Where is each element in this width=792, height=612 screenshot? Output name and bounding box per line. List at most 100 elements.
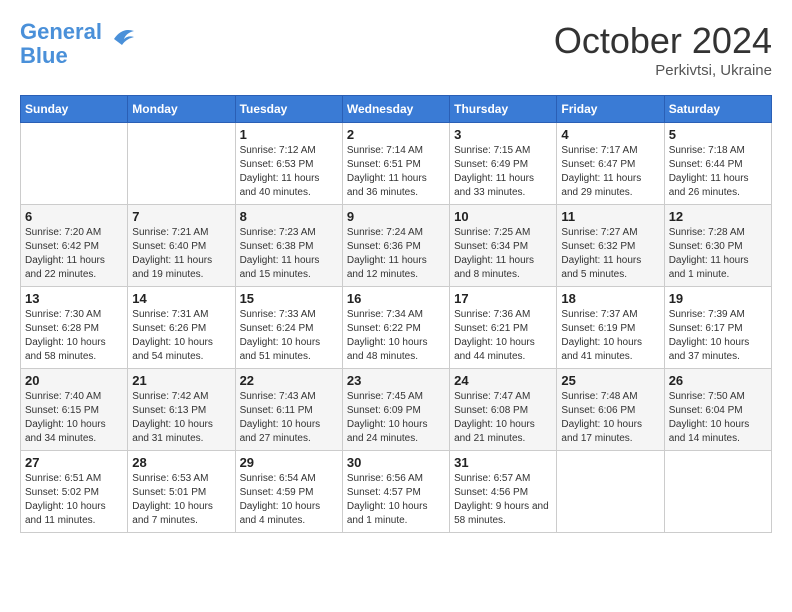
day-info: Sunrise: 7:39 AM Sunset: 6:17 PM Dayligh… bbox=[669, 308, 767, 364]
day-info: Sunrise: 7:50 AM Sunset: 6:04 PM Dayligh… bbox=[669, 390, 767, 446]
day-number: 4 bbox=[561, 127, 659, 142]
calendar-cell: 26 Sunrise: 7:50 AM Sunset: 6:04 PM Dayli… bbox=[664, 369, 771, 451]
day-info: Sunrise: 6:54 AM Sunset: 4:59 PM Dayligh… bbox=[240, 472, 338, 528]
day-number: 21 bbox=[132, 373, 230, 388]
calendar-week-row: 1Sunrise: 7:12 AM Sunset: 6:53 PM Daylig… bbox=[21, 123, 772, 205]
day-info: Sunrise: 7:37 AM Sunset: 6:19 PM Dayligh… bbox=[561, 308, 659, 364]
day-info: Sunrise: 7:23 AM Sunset: 6:38 PM Dayligh… bbox=[240, 226, 338, 282]
calendar-cell: 30Sunrise: 6:56 AM Sunset: 4:57 PM Dayli… bbox=[342, 451, 449, 533]
day-info: Sunrise: 7:24 AM Sunset: 6:36 PM Dayligh… bbox=[347, 226, 445, 282]
calendar-cell: 20Sunrise: 7:40 AM Sunset: 6:15 PM Dayli… bbox=[21, 369, 128, 451]
calendar-week-row: 20Sunrise: 7:40 AM Sunset: 6:15 PM Dayli… bbox=[21, 369, 772, 451]
logo-text: GeneralBlue bbox=[20, 20, 102, 68]
month-title: October 2024 bbox=[554, 20, 772, 62]
day-info: Sunrise: 6:57 AM Sunset: 4:56 PM Dayligh… bbox=[454, 472, 552, 528]
day-info: Sunrise: 7:43 AM Sunset: 6:11 PM Dayligh… bbox=[240, 390, 338, 446]
calendar-cell: 28 Sunrise: 6:53 AM Sunset: 5:01 PM Dayli… bbox=[128, 451, 235, 533]
calendar-cell bbox=[128, 123, 235, 205]
day-info: Sunrise: 7:25 AM Sunset: 6:34 PM Dayligh… bbox=[454, 226, 552, 282]
title-block: October 2024 Perkivtsi, Ukraine bbox=[554, 20, 772, 79]
weekday-header-cell: Thursday bbox=[450, 96, 557, 123]
day-info: Sunrise: 7:48 AM Sunset: 6:06 PM Dayligh… bbox=[561, 390, 659, 446]
day-number: 15 bbox=[240, 291, 338, 306]
day-number: 13 bbox=[25, 291, 123, 306]
calendar-body: 1Sunrise: 7:12 AM Sunset: 6:53 PM Daylig… bbox=[21, 123, 772, 533]
day-number: 27 bbox=[25, 455, 123, 470]
calendar-cell: 13Sunrise: 7:30 AM Sunset: 6:28 PM Dayli… bbox=[21, 287, 128, 369]
day-number: 14 bbox=[132, 291, 230, 306]
day-number: 28 bbox=[132, 455, 230, 470]
day-number: 26 bbox=[669, 373, 767, 388]
calendar-cell: 2 Sunrise: 7:14 AM Sunset: 6:51 PM Daylig… bbox=[342, 123, 449, 205]
location-subtitle: Perkivtsi, Ukraine bbox=[554, 62, 772, 79]
day-info: Sunrise: 7:40 AM Sunset: 6:15 PM Dayligh… bbox=[25, 390, 123, 446]
calendar-cell: 7 Sunrise: 7:21 AM Sunset: 6:40 PM Daylig… bbox=[128, 205, 235, 287]
day-info: Sunrise: 6:53 AM Sunset: 5:01 PM Dayligh… bbox=[132, 472, 230, 528]
day-info: Sunrise: 7:31 AM Sunset: 6:26 PM Dayligh… bbox=[132, 308, 230, 364]
day-info: Sunrise: 7:28 AM Sunset: 6:30 PM Dayligh… bbox=[669, 226, 767, 282]
calendar-cell: 4 Sunrise: 7:17 AM Sunset: 6:47 PM Daylig… bbox=[557, 123, 664, 205]
day-info: Sunrise: 7:15 AM Sunset: 6:49 PM Dayligh… bbox=[454, 144, 552, 200]
calendar-cell: 3Sunrise: 7:15 AM Sunset: 6:49 PM Daylig… bbox=[450, 123, 557, 205]
calendar-week-row: 6 Sunrise: 7:20 AM Sunset: 6:42 PM Daylig… bbox=[21, 205, 772, 287]
day-info: Sunrise: 7:33 AM Sunset: 6:24 PM Dayligh… bbox=[240, 308, 338, 364]
day-number: 30 bbox=[347, 455, 445, 470]
calendar-cell: 12Sunrise: 7:28 AM Sunset: 6:30 PM Dayli… bbox=[664, 205, 771, 287]
day-info: Sunrise: 7:27 AM Sunset: 6:32 PM Dayligh… bbox=[561, 226, 659, 282]
calendar-cell: 29 Sunrise: 6:54 AM Sunset: 4:59 PM Dayli… bbox=[235, 451, 342, 533]
day-info: Sunrise: 7:20 AM Sunset: 6:42 PM Dayligh… bbox=[25, 226, 123, 282]
day-number: 31 bbox=[454, 455, 552, 470]
calendar-cell: 11 Sunrise: 7:27 AM Sunset: 6:32 PM Dayli… bbox=[557, 205, 664, 287]
calendar-cell: 22Sunrise: 7:43 AM Sunset: 6:11 PM Dayli… bbox=[235, 369, 342, 451]
day-info: Sunrise: 7:21 AM Sunset: 6:40 PM Dayligh… bbox=[132, 226, 230, 282]
day-info: Sunrise: 7:17 AM Sunset: 6:47 PM Dayligh… bbox=[561, 144, 659, 200]
calendar-cell: 15 Sunrise: 7:33 AM Sunset: 6:24 PM Dayli… bbox=[235, 287, 342, 369]
weekday-header-cell: Sunday bbox=[21, 96, 128, 123]
day-number: 16 bbox=[347, 291, 445, 306]
day-info: Sunrise: 7:34 AM Sunset: 6:22 PM Dayligh… bbox=[347, 308, 445, 364]
weekday-header-row: SundayMondayTuesdayWednesdayThursdayFrid… bbox=[21, 96, 772, 123]
weekday-header-cell: Saturday bbox=[664, 96, 771, 123]
day-info: Sunrise: 7:42 AM Sunset: 6:13 PM Dayligh… bbox=[132, 390, 230, 446]
day-info: Sunrise: 7:18 AM Sunset: 6:44 PM Dayligh… bbox=[669, 144, 767, 200]
day-info: Sunrise: 7:45 AM Sunset: 6:09 PM Dayligh… bbox=[347, 390, 445, 446]
weekday-header-cell: Monday bbox=[128, 96, 235, 123]
day-number: 19 bbox=[669, 291, 767, 306]
day-number: 8 bbox=[240, 209, 338, 224]
calendar-cell bbox=[21, 123, 128, 205]
calendar-cell: 21 Sunrise: 7:42 AM Sunset: 6:13 PM Dayli… bbox=[128, 369, 235, 451]
calendar-cell: 14 Sunrise: 7:31 AM Sunset: 6:26 PM Dayli… bbox=[128, 287, 235, 369]
calendar-cell: 16 Sunrise: 7:34 AM Sunset: 6:22 PM Dayli… bbox=[342, 287, 449, 369]
calendar-cell: 10Sunrise: 7:25 AM Sunset: 6:34 PM Dayli… bbox=[450, 205, 557, 287]
calendar-cell: 18 Sunrise: 7:37 AM Sunset: 6:19 PM Dayli… bbox=[557, 287, 664, 369]
day-info: Sunrise: 7:12 AM Sunset: 6:53 PM Dayligh… bbox=[240, 144, 338, 200]
calendar-cell: 6 Sunrise: 7:20 AM Sunset: 6:42 PM Daylig… bbox=[21, 205, 128, 287]
page-header: GeneralBlue October 2024 Perkivtsi, Ukra… bbox=[20, 20, 772, 79]
day-number: 23 bbox=[347, 373, 445, 388]
day-number: 25 bbox=[561, 373, 659, 388]
calendar-cell: 8 Sunrise: 7:23 AM Sunset: 6:38 PM Daylig… bbox=[235, 205, 342, 287]
day-number: 17 bbox=[454, 291, 552, 306]
day-number: 24 bbox=[454, 373, 552, 388]
weekday-header-cell: Tuesday bbox=[235, 96, 342, 123]
day-info: Sunrise: 7:14 AM Sunset: 6:51 PM Dayligh… bbox=[347, 144, 445, 200]
calendar-cell: 17 Sunrise: 7:36 AM Sunset: 6:21 PM Dayli… bbox=[450, 287, 557, 369]
calendar-week-row: 27 Sunrise: 6:51 AM Sunset: 5:02 PM Dayli… bbox=[21, 451, 772, 533]
day-number: 7 bbox=[132, 209, 230, 224]
logo-bird-icon bbox=[106, 25, 138, 53]
day-number: 29 bbox=[240, 455, 338, 470]
day-number: 18 bbox=[561, 291, 659, 306]
day-info: Sunrise: 6:51 AM Sunset: 5:02 PM Dayligh… bbox=[25, 472, 123, 528]
day-number: 11 bbox=[561, 209, 659, 224]
day-number: 6 bbox=[25, 209, 123, 224]
calendar-cell bbox=[664, 451, 771, 533]
day-info: Sunrise: 7:36 AM Sunset: 6:21 PM Dayligh… bbox=[454, 308, 552, 364]
weekday-header-cell: Friday bbox=[557, 96, 664, 123]
calendar-cell: 1Sunrise: 7:12 AM Sunset: 6:53 PM Daylig… bbox=[235, 123, 342, 205]
day-number: 2 bbox=[347, 127, 445, 142]
calendar-cell: 25 Sunrise: 7:48 AM Sunset: 6:06 PM Dayli… bbox=[557, 369, 664, 451]
logo: GeneralBlue bbox=[20, 20, 138, 68]
calendar-cell: 31 Sunrise: 6:57 AM Sunset: 4:56 PM Dayli… bbox=[450, 451, 557, 533]
day-number: 9 bbox=[347, 209, 445, 224]
calendar-cell: 23 Sunrise: 7:45 AM Sunset: 6:09 PM Dayli… bbox=[342, 369, 449, 451]
